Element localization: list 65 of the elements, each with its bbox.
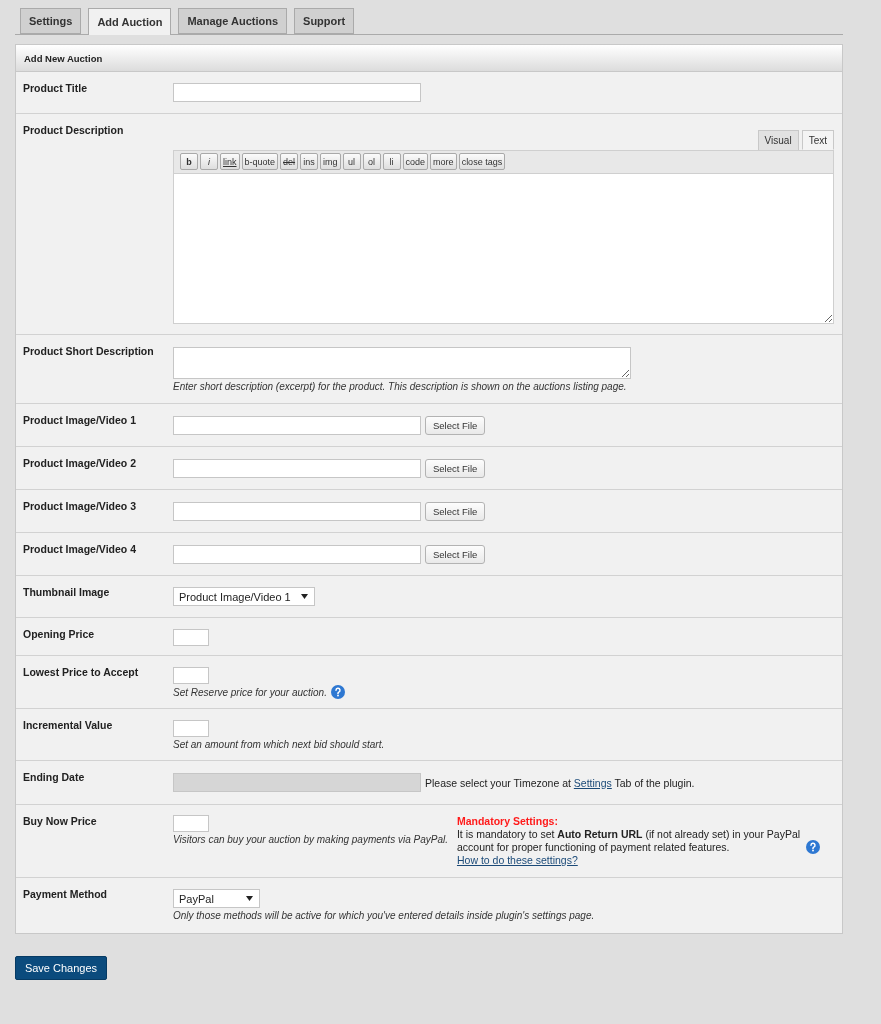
- hint-text: Only those methods will be active for which you've entered details inside plugin's settings page.: [173, 909, 595, 922]
- notice-title: Mandatory Settings:: [456, 815, 558, 828]
- save-button[interactable]: Save Changes: [15, 956, 107, 980]
- format-button[interactable]: link: [220, 153, 240, 170]
- dropdown-select[interactable]: Product Image/Video 1: [173, 587, 315, 606]
- caret-icon: [300, 594, 308, 599]
- input-field[interactable]: [173, 502, 421, 521]
- field-label: Incremental Value: [22, 718, 114, 733]
- format-button[interactable]: ol: [362, 153, 381, 170]
- format-button[interactable]: code: [402, 153, 429, 170]
- help-icon[interactable]: [330, 685, 345, 699]
- input-field[interactable]: [173, 720, 209, 737]
- format-button[interactable]: ins: [300, 153, 319, 170]
- field-label: Lowest Price to Accept: [22, 665, 140, 680]
- field-label: Product Image/Video 3: [22, 499, 137, 514]
- hint-text: Set Reserve price for your auction.: [173, 685, 327, 699]
- select-file-button[interactable]: Select File: [425, 459, 486, 478]
- select-file-button[interactable]: Select File: [425, 502, 486, 521]
- nav-tab[interactable]: Manage Auctions: [178, 8, 288, 34]
- format-button[interactable]: more: [430, 153, 457, 170]
- nav-tab[interactable]: Settings: [20, 8, 82, 34]
- field-label: Ending Date: [22, 770, 86, 785]
- format-button[interactable]: b-quote: [241, 153, 279, 170]
- editor-tab[interactable]: Text: [801, 130, 834, 150]
- input-field[interactable]: [173, 459, 421, 478]
- input-field[interactable]: [173, 545, 421, 564]
- input-field[interactable]: [173, 83, 421, 102]
- timezone-note: Please select your Timezone at Settings Tab of the plugin.: [425, 776, 695, 789]
- help-link[interactable]: How to do these settings?: [456, 854, 578, 867]
- hint-text: Visitors can buy your auction by making payments via PayPal.: [173, 833, 448, 846]
- panel-header: Add New Auction: [16, 45, 842, 72]
- input-field[interactable]: [173, 416, 421, 435]
- input-field[interactable]: [173, 667, 209, 684]
- input-field[interactable]: [173, 629, 209, 646]
- hint-text: Set an amount from which next bid should start.: [173, 738, 385, 751]
- nav-tab[interactable]: Support: [294, 8, 355, 34]
- caret-icon: [246, 896, 253, 901]
- editor-tab[interactable]: Visual: [757, 130, 799, 150]
- help-icon[interactable]: [805, 840, 820, 854]
- format-button[interactable]: img: [320, 153, 341, 170]
- notice-text: It is mandatory to set Auto Return URL (if not already set) in your PayPal account for proper functioning of payment related features.: [456, 828, 802, 854]
- format-button[interactable]: b: [180, 153, 198, 170]
- field-label: Product Image/Video 1: [22, 413, 137, 428]
- nav-tab[interactable]: Add Auction: [88, 8, 172, 35]
- field-label: Product Image/Video 2: [22, 456, 137, 471]
- format-button[interactable]: close tags: [458, 153, 506, 170]
- field-label: Payment Method: [22, 887, 108, 902]
- field-label: Product Title: [22, 81, 88, 96]
- field-label: Product Short Description: [22, 344, 155, 359]
- field-label: Product Description: [22, 123, 125, 138]
- field-label: Thumbnail Image: [22, 585, 111, 600]
- editor-textarea[interactable]: [173, 173, 834, 324]
- field-label: Buy Now Price: [22, 814, 98, 829]
- field-label: Opening Price: [22, 627, 96, 642]
- format-button[interactable]: i: [200, 153, 218, 170]
- hint-text: Enter short description (excerpt) for the product. This description is shown on the auctions listing page.: [173, 380, 627, 393]
- textarea-field[interactable]: [173, 347, 631, 379]
- format-button[interactable]: ul: [342, 153, 361, 170]
- select-file-button[interactable]: Select File: [425, 416, 486, 435]
- format-button[interactable]: del: [280, 153, 299, 170]
- select-file-button[interactable]: Select File: [425, 545, 486, 564]
- dropdown-select[interactable]: PayPal: [173, 889, 260, 908]
- field-label: Product Image/Video 4: [22, 542, 137, 557]
- format-button[interactable]: li: [382, 153, 401, 170]
- input-field[interactable]: [173, 815, 209, 832]
